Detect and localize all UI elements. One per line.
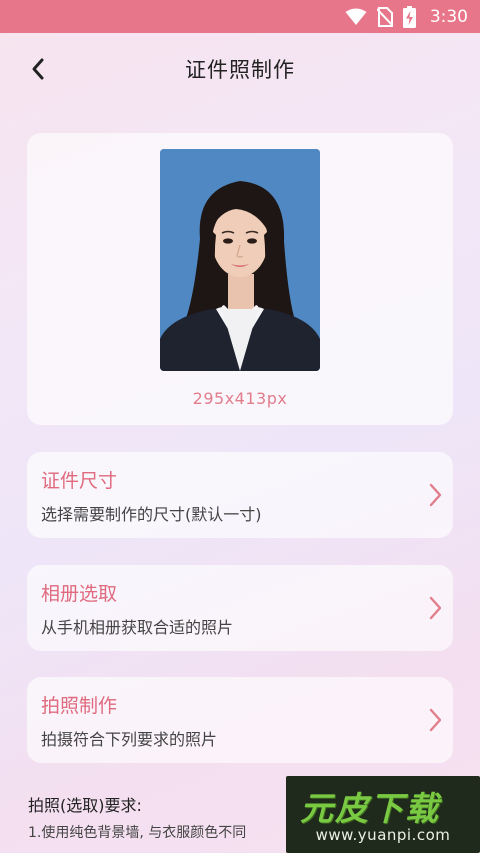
option-album-select[interactable]: 相册选取 从手机相册获取合适的照片: [27, 565, 453, 651]
photo-size-label: 295x413px: [192, 389, 288, 408]
requirements-title: 拍照(选取)要求:: [28, 796, 142, 815]
id-photo-preview: [160, 149, 320, 371]
option-title: 相册选取: [41, 583, 118, 605]
status-time: 3:30: [429, 6, 468, 27]
option-id-size[interactable]: 证件尺寸 选择需要制作的尺寸(默认一寸): [27, 452, 453, 538]
chevron-right-icon: [429, 596, 442, 620]
option-take-photo[interactable]: 拍照制作 拍摄符合下列要求的照片: [27, 677, 453, 763]
chevron-left-icon: [32, 58, 44, 80]
no-sim-icon: [376, 6, 393, 27]
watermark-logo: 元皮下载 www.yuanpi.com: [286, 776, 480, 853]
option-title: 拍照制作: [41, 695, 118, 717]
photo-preview-card: 295x413px: [27, 133, 453, 425]
chevron-right-icon: [429, 708, 442, 732]
option-description: 从手机相册获取合适的照片: [41, 618, 234, 637]
chevron-right-icon: [429, 483, 442, 507]
option-description: 拍摄符合下列要求的照片: [41, 730, 218, 749]
option-description: 选择需要制作的尺寸(默认一寸): [41, 505, 262, 524]
status-bar: 3:30: [0, 0, 480, 33]
back-button[interactable]: [22, 53, 54, 85]
option-title: 证件尺寸: [41, 470, 118, 492]
wifi-icon: [345, 8, 367, 26]
page-title: 证件照制作: [185, 58, 295, 82]
watermark-url: www.yuanpi.com: [315, 826, 451, 844]
battery-charging-icon: [402, 5, 416, 28]
app-header: 证件照制作: [0, 33, 480, 105]
requirement-item: 1.使用纯色背景墙, 与衣服颜色不同: [28, 825, 247, 841]
watermark-brand: 元皮下载: [300, 789, 440, 828]
